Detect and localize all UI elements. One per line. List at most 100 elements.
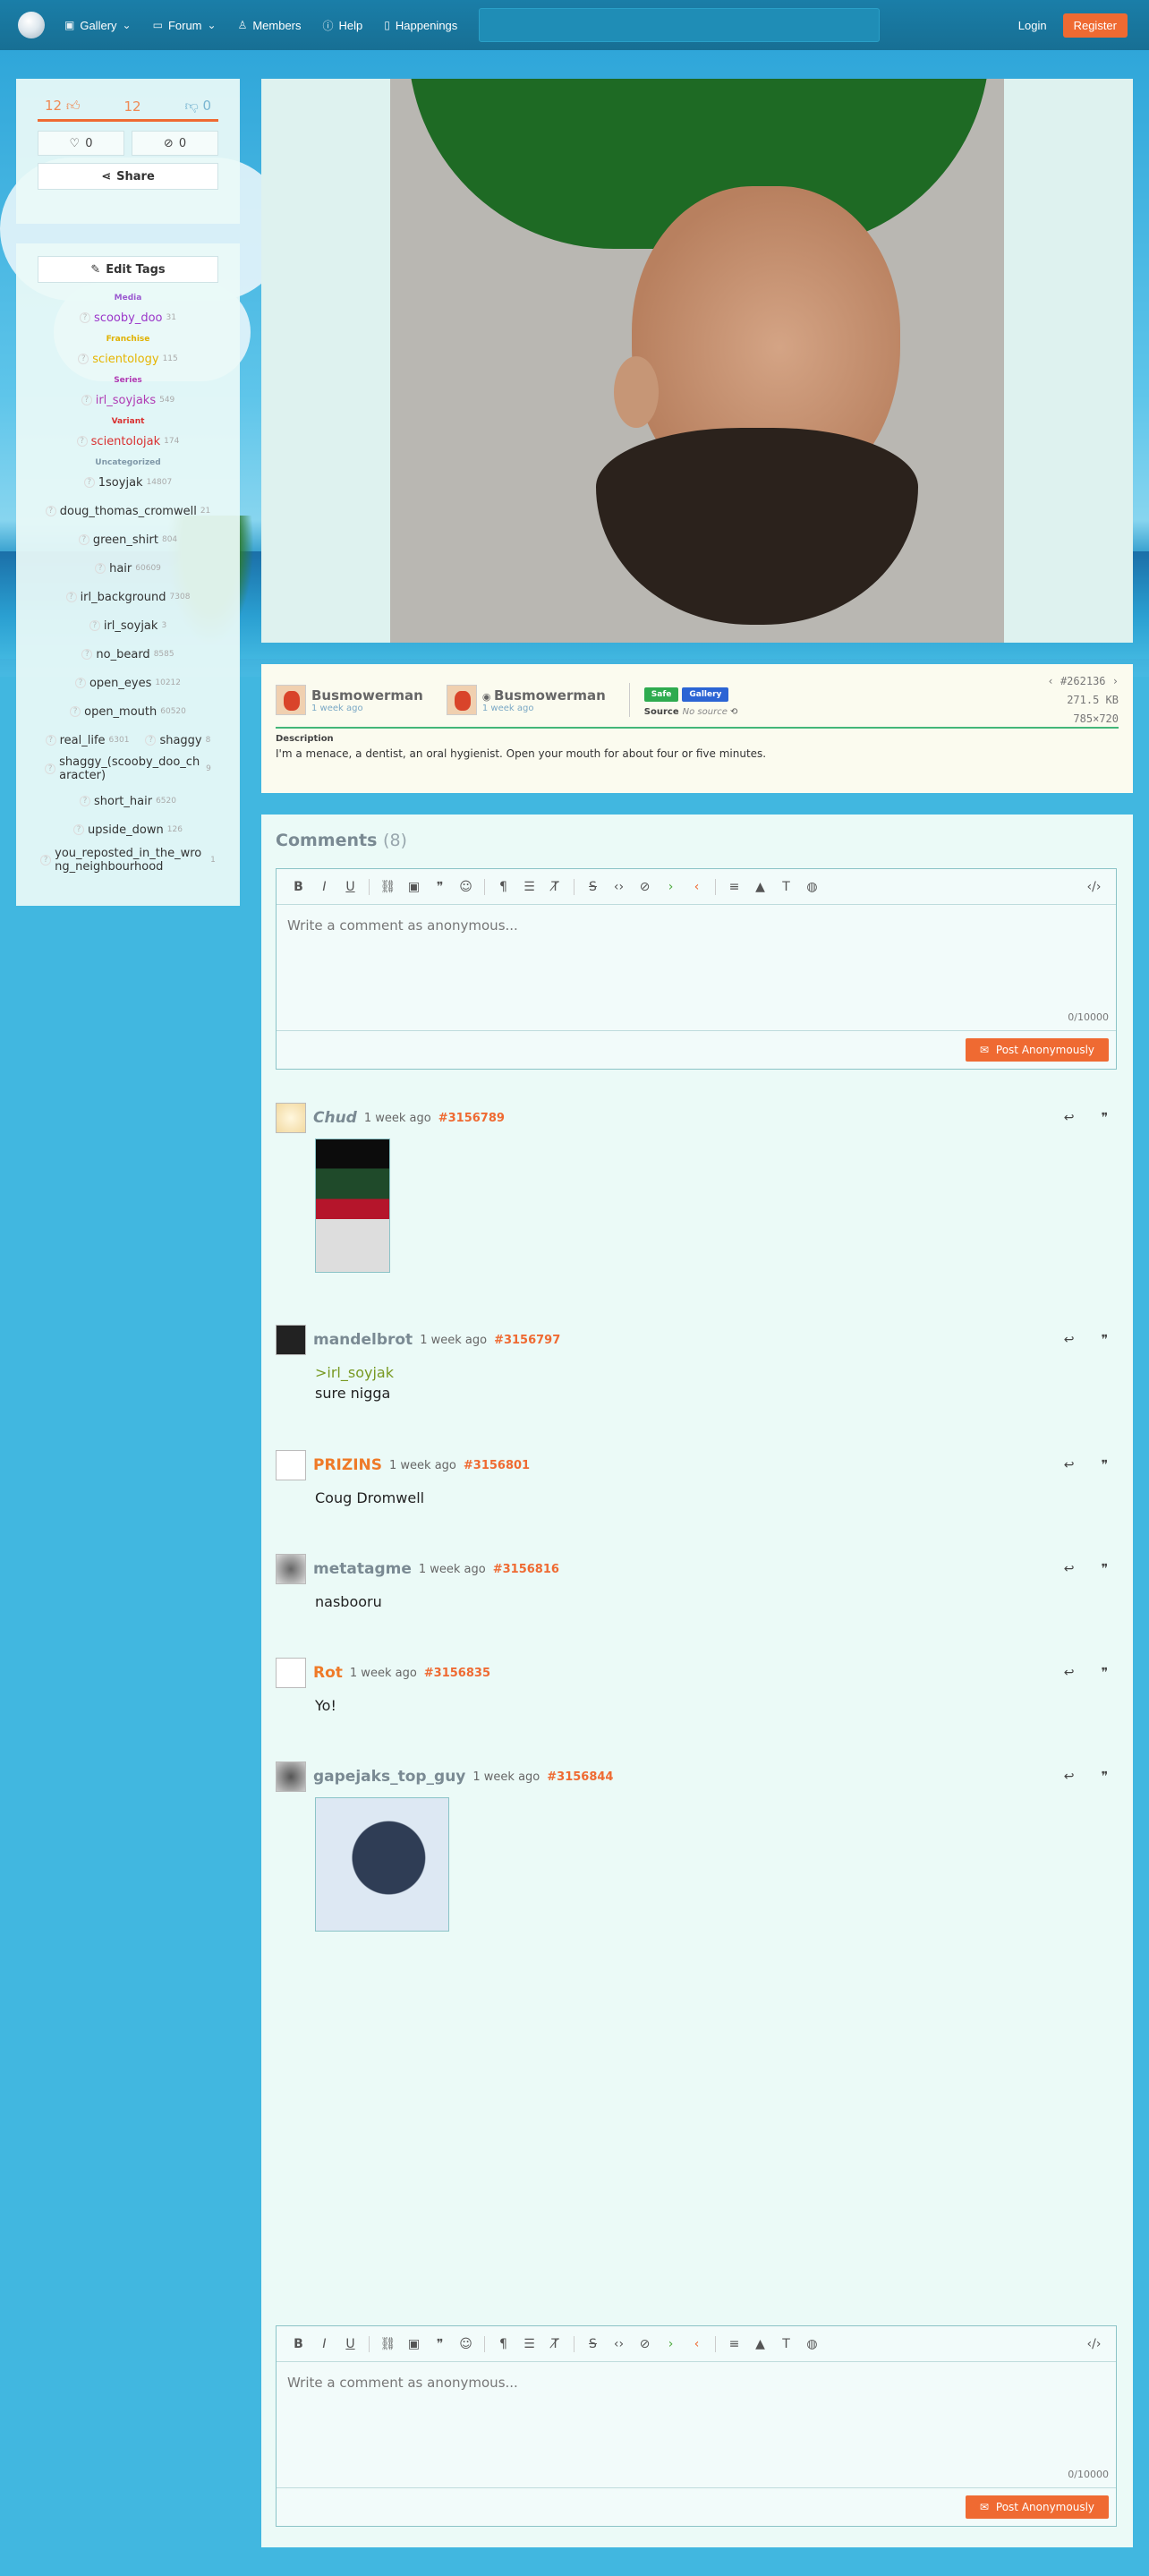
italic-icon[interactable]: I	[311, 880, 337, 894]
avatar[interactable]	[276, 1761, 306, 1792]
tag-item[interactable]: ? open_eyes 10212	[38, 671, 218, 695]
comment-textarea[interactable]: Write a comment as anonymous... 0/10000	[277, 2362, 1116, 2487]
op-block[interactable]: ◉ Busmowerman 1 week ago	[446, 685, 606, 715]
prev-arrow-icon[interactable]: ‹	[1047, 675, 1053, 687]
tag-item[interactable]: ? open_mouth 60520	[38, 700, 218, 723]
tag-item[interactable]: ? real_life 6301	[45, 729, 129, 752]
nav-forum[interactable]: ▭ Forum ⌄	[153, 19, 217, 32]
nav-help[interactable]: ⓘ Help	[323, 18, 363, 33]
comment-username[interactable]: PRIZINS	[313, 1456, 382, 1474]
avatar[interactable]	[276, 1554, 306, 1584]
underline-icon[interactable]: U	[337, 2337, 363, 2351]
nav-members[interactable]: ♙ Members	[238, 19, 302, 32]
quote-icon[interactable]: ❞	[427, 880, 453, 894]
history-icon[interactable]: ⟲	[730, 707, 737, 717]
source-code-icon[interactable]: ‹/›	[1081, 2337, 1107, 2351]
greentext-icon[interactable]: ›	[658, 880, 684, 894]
emoji-icon[interactable]: ☺	[453, 2337, 479, 2351]
clear-format-icon[interactable]: T̸	[542, 2337, 568, 2351]
reply-icon[interactable]: ↩	[1064, 1770, 1075, 1784]
quote-icon[interactable]: ❞	[1101, 1111, 1108, 1125]
quote-icon[interactable]: ❞	[1101, 1562, 1108, 1576]
color-icon[interactable]: ◍	[799, 880, 825, 894]
align-icon[interactable]: ≡	[721, 2337, 747, 2351]
edit-tags-button[interactable]: ✎ Edit Tags	[38, 256, 218, 283]
comment-textarea[interactable]: Write a comment as anonymous... 0/10000	[277, 905, 1116, 1030]
next-arrow-icon[interactable]: ›	[1112, 675, 1119, 687]
orangetext-icon[interactable]: ‹	[684, 2337, 710, 2351]
avatar[interactable]	[276, 1325, 306, 1355]
reply-icon[interactable]: ↩	[1064, 1666, 1075, 1680]
clear-format-icon[interactable]: T̸	[542, 880, 568, 894]
source-code-icon[interactable]: ‹/›	[1081, 880, 1107, 894]
tag-item[interactable]: ? irl_soyjak 3	[38, 614, 218, 637]
strikethrough-icon[interactable]: S	[580, 2337, 606, 2351]
spoiler-icon[interactable]: ⊘	[632, 880, 658, 894]
tag-item[interactable]: ? shaggy_(scooby_doo_character) 9	[38, 754, 218, 784]
nav-happenings[interactable]: ▯ Happenings	[384, 19, 457, 32]
post-anonymously-button[interactable]: ✉ Post Anonymously	[965, 1038, 1109, 1062]
comment-id-link[interactable]: #3156801	[464, 1459, 530, 1472]
hide-button[interactable]: ⊘ 0	[132, 131, 218, 156]
list-icon[interactable]: ☰	[516, 2337, 542, 2351]
avatar[interactable]	[276, 1450, 306, 1480]
code-icon[interactable]: ‹›	[606, 880, 632, 894]
strikethrough-icon[interactable]: S	[580, 880, 606, 894]
comment-id-link[interactable]: #3156789	[438, 1112, 505, 1125]
search-input[interactable]	[479, 8, 881, 42]
post-image[interactable]	[390, 79, 1004, 643]
share-button[interactable]: ⋖ Share	[38, 163, 218, 190]
nav-gallery[interactable]: ▣ Gallery ⌄	[64, 19, 132, 32]
comment-image[interactable]	[315, 1797, 449, 1932]
login-link[interactable]: Login	[1018, 19, 1047, 32]
code-icon[interactable]: ‹›	[606, 2337, 632, 2351]
spoiler-icon[interactable]: ⊘	[632, 2337, 658, 2351]
avatar[interactable]	[276, 1658, 306, 1688]
gallery-badge[interactable]: Gallery	[682, 687, 729, 702]
tag-item[interactable]: ? scientolojak 174	[38, 430, 218, 453]
underline-icon[interactable]: U	[337, 880, 363, 894]
reply-icon[interactable]: ↩	[1064, 1562, 1075, 1576]
emoji-icon[interactable]: ☺	[453, 880, 479, 894]
register-button[interactable]: Register	[1062, 13, 1128, 38]
comment-id-link[interactable]: #3156844	[547, 1770, 613, 1784]
color-icon[interactable]: ◍	[799, 2337, 825, 2351]
uploader-name[interactable]: Busmowerman	[311, 687, 423, 704]
paragraph-icon[interactable]: ¶	[490, 2337, 516, 2351]
tag-item[interactable]: ? scientology 115	[38, 347, 218, 371]
tag-item[interactable]: ? no_beard 8585	[38, 643, 218, 666]
tag-item[interactable]: ? green_shirt 804	[38, 528, 218, 551]
orangetext-icon[interactable]: ‹	[684, 880, 710, 894]
comment-image[interactable]	[315, 1139, 390, 1273]
comment-username[interactable]: mandelbrot	[313, 1331, 413, 1349]
reply-icon[interactable]: ↩	[1064, 1458, 1075, 1472]
tag-item[interactable]: ? irl_soyjaks 549	[38, 388, 218, 412]
link-icon[interactable]: ⛓	[375, 2337, 401, 2351]
font-size-icon[interactable]: T	[773, 880, 799, 894]
bold-icon[interactable]: B	[285, 2337, 311, 2351]
downvote-button[interactable]: 👎︎ 0	[184, 98, 211, 115]
quote-icon[interactable]: ❞	[1101, 1333, 1108, 1347]
quote-icon[interactable]: ❞	[1101, 1666, 1108, 1680]
image-icon[interactable]: ▣	[401, 2337, 427, 2351]
upvote-button[interactable]: 12 👍︎	[45, 98, 81, 115]
list-icon[interactable]: ☰	[516, 880, 542, 894]
tag-item[interactable]: ? irl_background 7308	[38, 585, 218, 609]
rating-badge[interactable]: Safe	[643, 687, 679, 702]
paragraph-icon[interactable]: ¶	[490, 880, 516, 894]
avatar[interactable]	[276, 1103, 306, 1133]
highlight-icon[interactable]: ▲	[747, 2337, 773, 2351]
comment-username[interactable]: metatagme	[313, 1560, 412, 1578]
quote-icon[interactable]: ❞	[1101, 1458, 1108, 1472]
font-size-icon[interactable]: T	[773, 2337, 799, 2351]
tag-item[interactable]: ? upside_down 126	[38, 818, 218, 841]
comment-username[interactable]: gapejaks_top_guy	[313, 1768, 465, 1786]
greentext-icon[interactable]: ›	[658, 2337, 684, 2351]
op-name[interactable]: ◉ Busmowerman	[482, 687, 606, 704]
reply-icon[interactable]: ↩	[1064, 1333, 1075, 1347]
tag-item[interactable]: ? you_reposted_in_the_wrong_neighbourhood…	[38, 845, 218, 875]
highlight-icon[interactable]: ▲	[747, 880, 773, 894]
bold-icon[interactable]: B	[285, 880, 311, 894]
uploader-block[interactable]: Busmowerman 1 week ago	[276, 685, 423, 715]
comment-username[interactable]: Chud	[313, 1109, 357, 1127]
